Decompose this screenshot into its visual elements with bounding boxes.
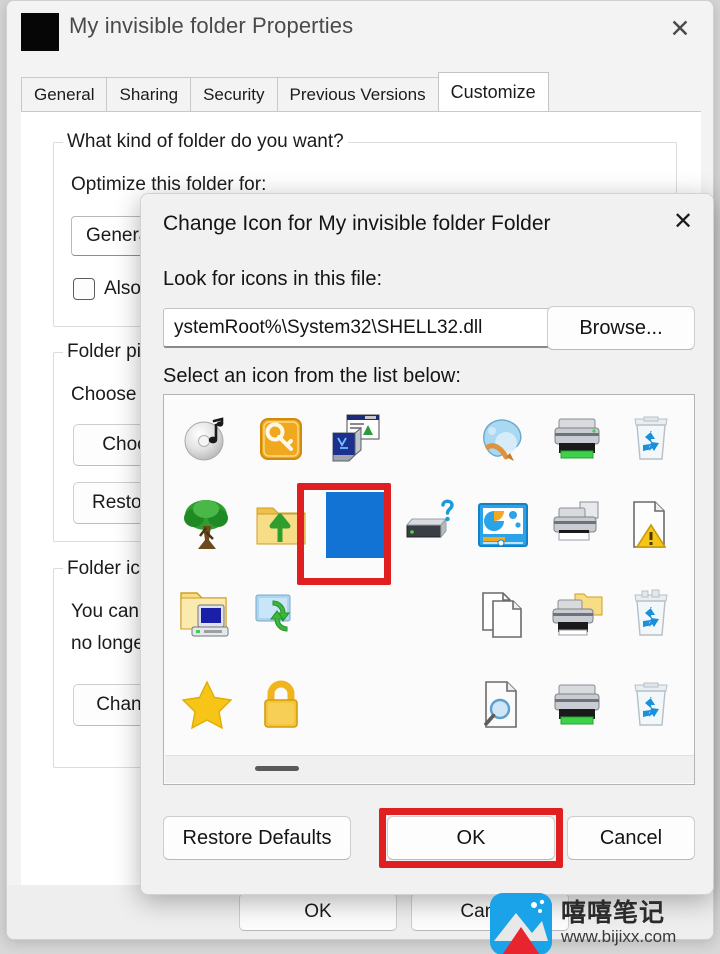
document-warning-icon[interactable]: [614, 483, 688, 567]
tab-customize[interactable]: Customize: [437, 72, 549, 111]
recycle-bin-empty-icon[interactable]: [614, 397, 688, 481]
scrollbar-thumb[interactable]: [255, 766, 299, 771]
list-document-icon[interactable]: [688, 573, 694, 657]
close-icon[interactable]: ✕: [661, 202, 705, 240]
properties-ok-button[interactable]: OK: [239, 893, 397, 931]
watermark-brand: 嘻嘻笔记: [561, 898, 666, 928]
watermark-url: www.bijixx.com: [561, 927, 677, 947]
recycle-bin-full-icon[interactable]: [614, 573, 688, 657]
icon-grid: [164, 395, 694, 755]
blue-blank-icon[interactable]: [318, 483, 392, 567]
unknown-device-icon[interactable]: [392, 483, 466, 567]
tab-security[interactable]: Security: [190, 77, 278, 111]
network-folder-computer-icon[interactable]: [170, 573, 244, 657]
apply-subfolders-checkbox[interactable]: [73, 278, 95, 300]
icon-list[interactable]: [163, 394, 695, 785]
site-logo-icon: [490, 892, 552, 954]
look-for-icons-label: Look for icons in this file:: [163, 268, 382, 290]
blank-document-outline-icon[interactable]: [688, 483, 694, 567]
recycle-bin-empty-icon[interactable]: [614, 663, 688, 747]
printer-add-icon[interactable]: [540, 483, 614, 567]
watermark: 嘻嘻笔记 www.bijixx.com: [490, 892, 716, 954]
star-icon[interactable]: [170, 663, 244, 747]
icon-file-path-input[interactable]: ystemRoot%\System32\SHELL32.dll: [163, 308, 553, 348]
folder-edit-icon[interactable]: [688, 663, 694, 747]
lock-icon[interactable]: [244, 663, 318, 747]
page-title: My invisible folder Properties: [69, 13, 354, 38]
tab-general[interactable]: General: [21, 77, 108, 111]
screen-sync-icon[interactable]: [244, 573, 318, 657]
restore-defaults-button[interactable]: Restore Defaults: [163, 816, 351, 860]
blank-document-outline-icon[interactable]: [688, 397, 694, 481]
change-icon-dialog: Change Icon for My invisible folder Fold…: [140, 193, 714, 895]
black-square-icon: [21, 13, 59, 51]
key-icon[interactable]: [244, 397, 318, 481]
close-icon[interactable]: ✕: [657, 9, 703, 49]
printer-folder-icon[interactable]: [540, 573, 614, 657]
audio-cd-icon[interactable]: [170, 397, 244, 481]
printer-icon[interactable]: [540, 397, 614, 481]
copy-documents-icon[interactable]: [466, 573, 540, 657]
icon-list-horizontal-scrollbar[interactable]: [165, 755, 694, 783]
tab-previous-versions[interactable]: Previous Versions: [276, 77, 439, 111]
media-settings-icon[interactable]: [466, 483, 540, 567]
tree-icon[interactable]: [170, 483, 244, 567]
computer-window-icon[interactable]: [318, 397, 392, 481]
folder-upload-icon[interactable]: [244, 483, 318, 567]
dialog-ok-button[interactable]: OK: [387, 816, 555, 860]
printer-green-icon[interactable]: [540, 663, 614, 747]
watermark-text: 嘻嘻笔记 www.bijixx.com: [561, 898, 677, 947]
document-search-icon[interactable]: [466, 663, 540, 747]
screen: My invisible folder Properties ✕ General…: [0, 0, 720, 954]
select-icon-label: Select an icon from the list below:: [163, 365, 461, 387]
browse-button[interactable]: Browse...: [547, 306, 695, 350]
properties-titlebar: My invisible folder Properties ✕: [7, 1, 713, 63]
change-icon-dialog-title: Change Icon for My invisible folder Fold…: [163, 212, 551, 235]
folder-type-group-label: What kind of folder do you want?: [63, 131, 348, 153]
tab-sharing[interactable]: Sharing: [106, 77, 192, 111]
dialog-cancel-button[interactable]: Cancel: [567, 816, 695, 860]
paint-palette-icon[interactable]: [466, 397, 540, 481]
properties-tabstrip: General Sharing Security Previous Versio…: [21, 72, 549, 111]
